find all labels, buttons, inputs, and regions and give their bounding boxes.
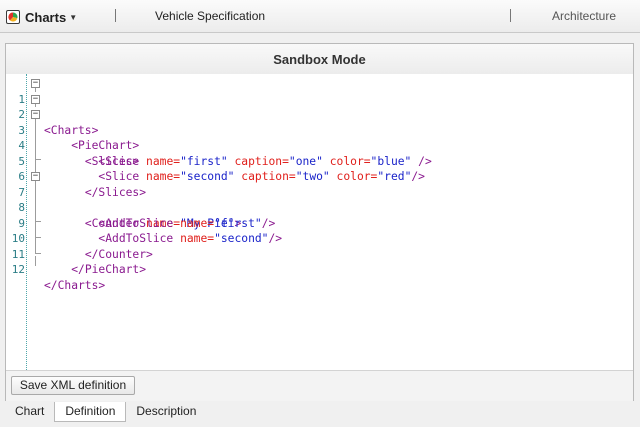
- panel-title: Sandbox Mode: [6, 44, 633, 75]
- xml-code-editor[interactable]: 1 − <Charts> 2 − <PieChart> 3 − <Slices>…: [6, 74, 633, 370]
- code-line: 7 − <Counter name="My Pie">: [6, 169, 633, 230]
- top-toolbar: Charts ▼ Vehicle Specification Architect…: [0, 0, 640, 33]
- tab-definition[interactable]: Definition: [54, 402, 127, 422]
- editor-action-bar: Save XML definition: [6, 370, 633, 401]
- chart-logo-icon: [6, 10, 20, 24]
- line-number: 12: [11, 263, 25, 276]
- toolbar-separator: [115, 9, 116, 22]
- code-line: 5 <Slice name="second" caption="two" col…: [6, 138, 633, 184]
- fold-toggle-icon[interactable]: −: [31, 110, 40, 119]
- sandbox-panel: Sandbox Mode 1 − <Charts> 2 − <PieChart>…: [5, 43, 634, 401]
- toolbar-separator: [510, 9, 511, 22]
- code-line: 11 </PieChart>: [6, 231, 633, 277]
- vehicle-specification-tab[interactable]: Vehicle Specification: [155, 9, 265, 23]
- code-line: 4 <Slice name="first" caption="one" colo…: [6, 123, 633, 168]
- xml-tag: </PieChart>: [71, 263, 147, 276]
- code-line: 12 </Charts>: [6, 247, 633, 292]
- fold-toggle-icon[interactable]: −: [31, 172, 40, 181]
- caret-down-icon: ▼: [69, 12, 78, 22]
- app-menu-button[interactable]: Charts ▼: [6, 8, 77, 26]
- code-line: 10 </Counter>: [6, 216, 633, 261]
- code-line: 3 − <Slices>: [6, 107, 633, 168]
- bottom-tab-bar: Chart Definition Description: [5, 402, 206, 422]
- code-line: 2 − <PieChart>: [6, 92, 633, 152]
- code-line: 6 </Slices>: [6, 154, 633, 199]
- code-line: 1 − <Charts>: [6, 76, 633, 137]
- xml-tag: </Charts>: [44, 278, 106, 292]
- architecture-tab[interactable]: Architecture: [552, 9, 616, 23]
- save-xml-definition-button[interactable]: Save XML definition: [11, 376, 135, 395]
- fold-toggle-icon[interactable]: −: [31, 94, 40, 104]
- tab-description[interactable]: Description: [126, 402, 206, 422]
- code-line: 8 <AddToSlice name="first"/>: [6, 185, 633, 230]
- app-name: Charts: [25, 9, 67, 25]
- code-line: 9 <AddToSlice name="second"/>: [6, 200, 633, 246]
- tab-chart[interactable]: Chart: [5, 402, 54, 422]
- fold-toggle-icon[interactable]: −: [31, 79, 40, 88]
